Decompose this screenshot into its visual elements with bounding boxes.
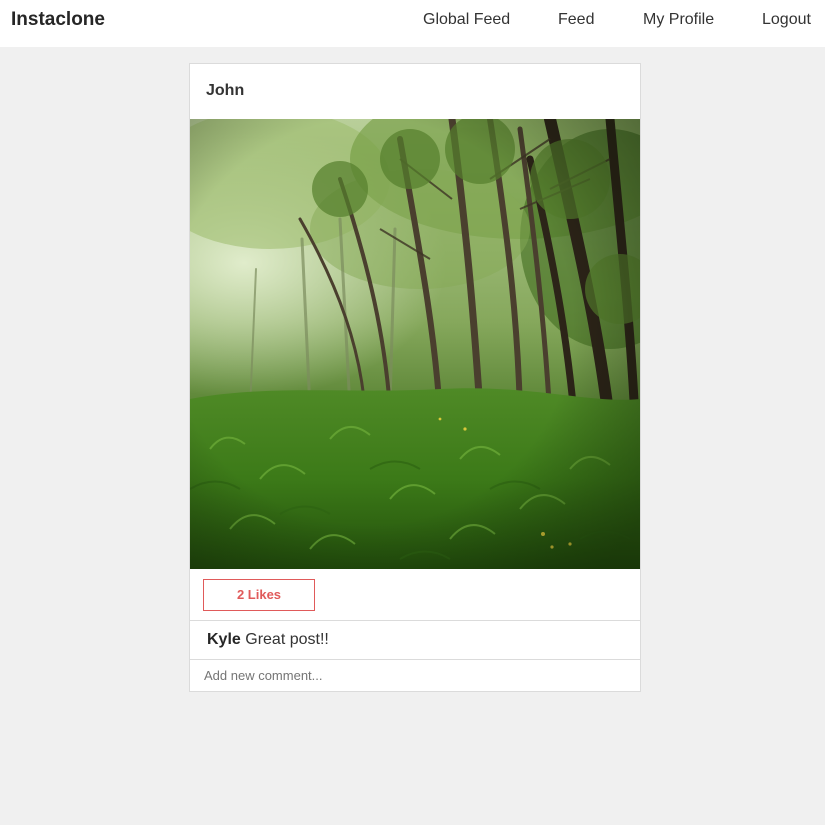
- nav-my-profile[interactable]: My Profile: [643, 11, 714, 29]
- top-navbar: Instaclone Global Feed Feed My Profile L…: [0, 0, 825, 47]
- nav-logout[interactable]: Logout: [762, 11, 811, 29]
- likes-area: 2 Likes: [190, 569, 640, 621]
- post-author[interactable]: John: [206, 82, 244, 100]
- comment-item: Kyle Great post!!: [190, 621, 640, 660]
- post-header: John: [190, 64, 640, 119]
- post-image[interactable]: [190, 119, 640, 569]
- comment-author[interactable]: Kyle: [207, 631, 241, 648]
- nav-feed[interactable]: Feed: [558, 11, 594, 29]
- brand-logo[interactable]: Instaclone: [11, 9, 105, 31]
- post-card: John 2 Likes Kyle Great post!! Add new c…: [189, 63, 641, 692]
- nav-global-feed[interactable]: Global Feed: [423, 11, 510, 29]
- add-comment-input[interactable]: [190, 660, 640, 691]
- comment-text: Great post!!: [245, 631, 329, 648]
- like-button[interactable]: 2 Likes: [203, 579, 315, 611]
